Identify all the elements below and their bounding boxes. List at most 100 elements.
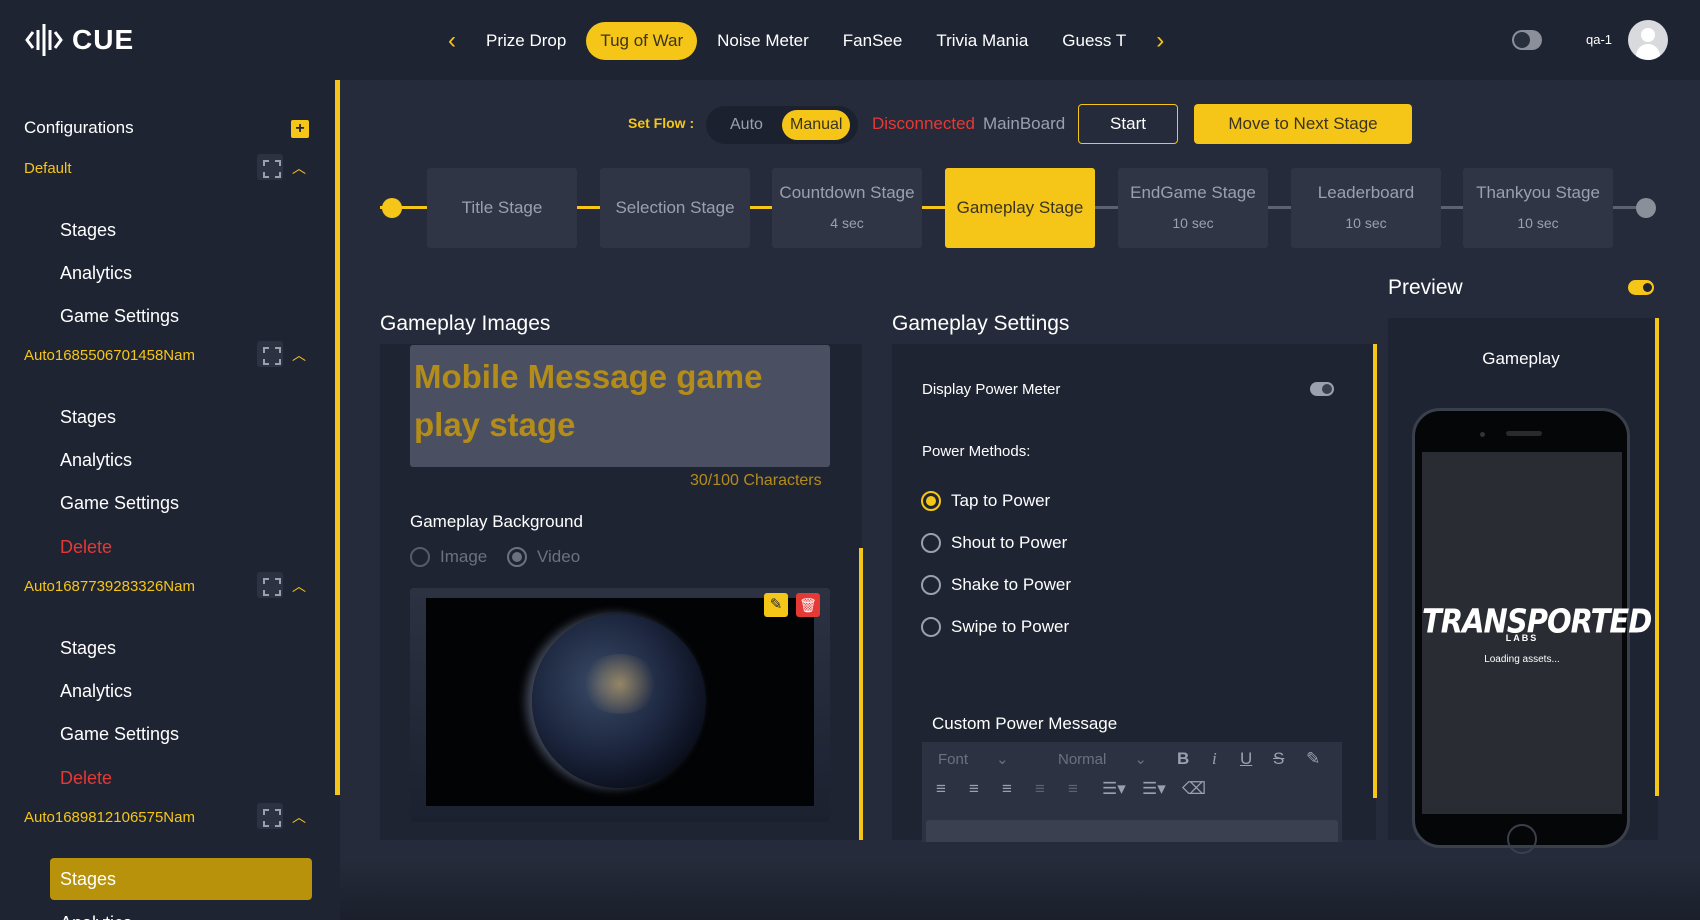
edit-icon[interactable]: ✎ xyxy=(764,593,788,617)
tab-noise-meter[interactable]: Noise Meter xyxy=(703,22,823,60)
stage-leaderboard[interactable]: Leaderboard 10 sec xyxy=(1291,168,1441,248)
preview-scrollbar[interactable] xyxy=(1655,318,1659,796)
sidebar-item-stages[interactable]: Stages xyxy=(50,209,312,251)
tab-fansee[interactable]: FanSee xyxy=(829,22,917,60)
qr-code-icon[interactable] xyxy=(257,341,283,367)
avatar[interactable] xyxy=(1628,20,1668,60)
power-method-swipe[interactable]: Swipe to Power xyxy=(921,617,1069,637)
preview-toggle[interactable] xyxy=(1628,280,1654,295)
flow-option-auto[interactable]: Auto xyxy=(722,110,771,140)
align-left-icon[interactable]: ≡ xyxy=(936,779,946,799)
radio-icon xyxy=(410,547,430,567)
gameplay-settings-title: Gameplay Settings xyxy=(892,312,1070,335)
sidebar-item-game-settings[interactable]: Game Settings xyxy=(50,713,312,755)
stage-duration: 4 sec xyxy=(830,215,864,231)
power-method-shout[interactable]: Shout to Power xyxy=(921,533,1067,553)
stage-name: EndGame Stage xyxy=(1130,183,1256,202)
settings-scrollbar[interactable] xyxy=(1373,344,1377,798)
tab-tug-of-war[interactable]: Tug of War xyxy=(586,22,698,60)
sidebar-item-game-settings[interactable]: Game Settings xyxy=(50,482,312,524)
sidebar-item-game-settings[interactable]: Game Settings xyxy=(50,295,312,337)
sidebar-item-delete[interactable]: Delete xyxy=(50,757,312,799)
sidebar-item-stages[interactable]: Stages xyxy=(50,858,312,900)
logo-icon xyxy=(25,24,63,56)
power-method-label: Swipe to Power xyxy=(951,617,1070,636)
stage-duration: 10 sec xyxy=(1172,215,1214,231)
sidebar-title: Configurations xyxy=(24,118,134,137)
align-center-icon[interactable]: ≡ xyxy=(969,779,979,799)
stage-selection[interactable]: Selection Stage xyxy=(600,168,750,248)
size-select[interactable]: Normal ⌄ xyxy=(1058,750,1147,769)
chevron-up-icon[interactable]: ︿ xyxy=(292,345,306,365)
config-group-auto-3[interactable]: Auto1689812106575Nam xyxy=(24,809,195,826)
radio-selected-icon xyxy=(921,491,941,511)
stage-endgame[interactable]: EndGame Stage 10 sec xyxy=(1118,168,1268,248)
sidebar-item-analytics[interactable]: Analytics xyxy=(50,252,312,294)
chevron-up-icon[interactable]: ︿ xyxy=(292,158,306,178)
next-stage-button[interactable]: Move to Next Stage xyxy=(1194,104,1412,144)
stage-gameplay[interactable]: Gameplay Stage xyxy=(945,168,1095,248)
strikethrough-icon[interactable]: S xyxy=(1273,749,1284,769)
flow-option-manual[interactable]: Manual xyxy=(782,110,851,140)
custom-power-message-input[interactable] xyxy=(926,820,1338,842)
display-power-meter-toggle[interactable] xyxy=(1310,382,1334,396)
sidebar-item-analytics[interactable]: Analytics xyxy=(50,439,312,481)
ordered-list-icon[interactable]: ☰▾ xyxy=(1102,779,1126,799)
sidebar-item-analytics[interactable]: Analytics xyxy=(50,670,312,712)
tab-guess[interactable]: Guess T xyxy=(1048,22,1140,60)
mobile-message-input[interactable]: Mobile Message game play stage xyxy=(410,345,830,467)
qr-code-icon[interactable] xyxy=(257,154,283,180)
bullet-list-icon[interactable]: ☰▾ xyxy=(1142,779,1166,799)
config-group-default[interactable]: Default xyxy=(24,160,72,177)
preview-title: Preview xyxy=(1388,276,1463,299)
sidebar-item-stages[interactable]: Stages xyxy=(50,627,312,669)
background-label: Gameplay Background xyxy=(410,512,583,531)
images-scrollbar[interactable] xyxy=(859,548,863,840)
config-group-auto-2[interactable]: Auto1687739283326Nam xyxy=(24,578,195,595)
font-select[interactable]: Font ⌄ xyxy=(938,750,1009,769)
brand-logo-sub: LABS xyxy=(1505,633,1539,643)
chevron-up-icon[interactable]: ︿ xyxy=(292,576,306,596)
board-name: MainBoard xyxy=(983,114,1066,133)
tabs-prev-icon[interactable]: ‹ xyxy=(438,22,466,60)
chevron-up-icon[interactable]: ︿ xyxy=(292,807,306,827)
align-right-icon[interactable]: ≡ xyxy=(1002,779,1012,799)
clear-format-icon[interactable]: ⌫ xyxy=(1182,779,1206,799)
user-name: qa-1 xyxy=(1586,32,1613,47)
outdent-icon[interactable]: ≡ xyxy=(1035,779,1045,799)
trash-icon[interactable]: 🗑 xyxy=(796,593,820,617)
phone-speaker xyxy=(1506,431,1542,436)
sidebar-item-stages[interactable]: Stages xyxy=(50,396,312,438)
bg-option-video[interactable]: Video xyxy=(507,547,580,567)
logo[interactable]: CUE xyxy=(24,20,134,60)
power-method-label: Tap to Power xyxy=(951,491,1051,510)
loading-text: Loading assets... xyxy=(1484,654,1560,665)
bg-option-image[interactable]: Image xyxy=(410,547,487,567)
start-button[interactable]: Start xyxy=(1078,104,1178,144)
qr-code-icon[interactable] xyxy=(257,803,283,829)
stage-title[interactable]: Title Stage xyxy=(427,168,577,248)
power-method-label: Shake to Power xyxy=(951,575,1072,594)
sidebar-item-analytics[interactable]: Analytics xyxy=(50,902,312,920)
config-group-auto-1[interactable]: Auto1685506701458Nam xyxy=(24,347,195,364)
logo-text: CUE xyxy=(72,24,135,55)
stage-countdown[interactable]: Countdown Stage 4 sec xyxy=(772,168,922,248)
qr-code-icon[interactable] xyxy=(257,572,283,598)
power-method-shake[interactable]: Shake to Power xyxy=(921,575,1071,595)
game-tabs: ‹ Prize Drop Tug of War Noise Meter FanS… xyxy=(438,22,1174,60)
radio-icon xyxy=(921,575,941,595)
bold-icon[interactable]: B xyxy=(1177,749,1189,769)
tabs-next-icon[interactable]: › xyxy=(1146,22,1174,60)
power-method-tap[interactable]: Tap to Power xyxy=(921,491,1050,511)
tab-prize-drop[interactable]: Prize Drop xyxy=(472,22,580,60)
theme-toggle[interactable] xyxy=(1512,30,1542,50)
radio-selected-icon xyxy=(507,547,527,567)
tab-trivia-mania[interactable]: Trivia Mania xyxy=(922,22,1042,60)
sidebar-item-delete[interactable]: Delete xyxy=(50,526,312,568)
stage-thankyou[interactable]: Thankyou Stage 10 sec xyxy=(1463,168,1613,248)
add-config-icon[interactable]: + xyxy=(291,120,309,138)
underline-icon[interactable]: U xyxy=(1240,749,1252,769)
highlight-icon[interactable]: ✎ xyxy=(1306,749,1320,769)
indent-icon[interactable]: ≡ xyxy=(1068,779,1078,799)
italic-icon[interactable]: i xyxy=(1212,749,1217,769)
